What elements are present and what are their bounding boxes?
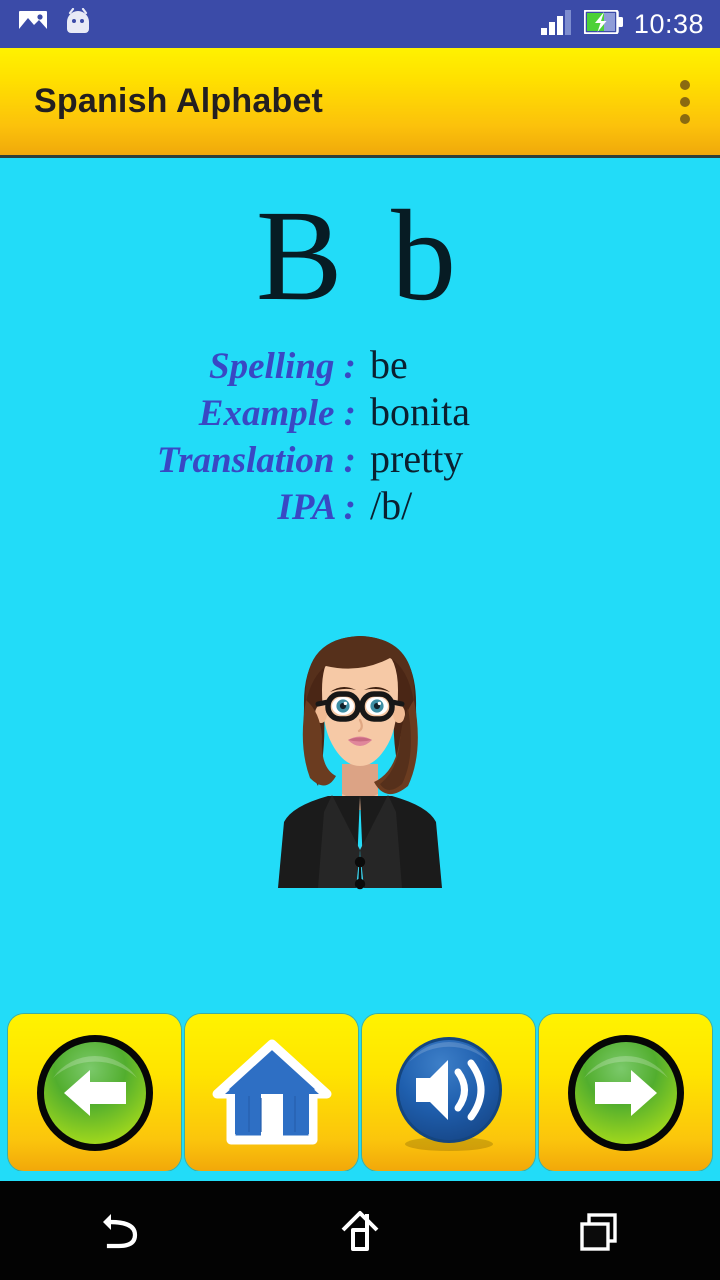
sound-button[interactable]	[362, 1014, 535, 1171]
info-row-ipa: IPA : /b/	[0, 482, 720, 529]
example-label: Example :	[198, 393, 356, 434]
speaker-icon	[395, 1036, 502, 1151]
lesson-content: B b Spelling : be Example : bonita Trans…	[0, 161, 720, 1011]
home-outline-icon	[341, 1210, 379, 1251]
translation-value: pretty	[370, 436, 464, 481]
image-icon	[18, 9, 48, 40]
phone-screen: 10:38 Spanish Alphabet B b Spelling : be…	[0, 0, 720, 1280]
status-bar: 10:38	[0, 0, 720, 48]
navigation-button-bar	[0, 1014, 720, 1171]
bottom-cyan-strip	[0, 1171, 720, 1181]
woman-with-glasses-avatar	[278, 636, 442, 890]
status-bar-left-icons	[0, 7, 92, 41]
signal-bars-icon	[540, 8, 574, 41]
ipa-value: /b/	[370, 483, 413, 528]
info-row-example: Example : bonita	[0, 388, 720, 435]
system-navigation-bar	[0, 1181, 720, 1280]
translation-label: Translation :	[156, 440, 356, 481]
overflow-dot	[680, 79, 690, 90]
overflow-dot	[680, 113, 690, 124]
app-bar: Spanish Alphabet	[0, 48, 720, 158]
letter-info-table: Spelling : be Example : bonita Translati…	[0, 341, 720, 529]
next-button[interactable]	[539, 1014, 712, 1171]
letter-display: B b	[255, 184, 465, 328]
arrow-left-icon	[36, 1034, 153, 1151]
info-row-spelling: Spelling : be	[0, 341, 720, 388]
spelling-label: Spelling :	[209, 346, 356, 387]
status-bar-clock: 10:38	[633, 8, 704, 39]
back-arrow-icon	[103, 1213, 138, 1248]
system-back-button[interactable]	[0, 1181, 240, 1280]
android-robot-icon	[64, 7, 92, 41]
app-title: Spanish Alphabet	[34, 82, 324, 120]
arrow-right-icon	[567, 1034, 684, 1151]
previous-button[interactable]	[8, 1014, 181, 1171]
ipa-label: IPA :	[277, 487, 356, 528]
system-recents-button[interactable]	[480, 1181, 720, 1280]
overflow-dot	[680, 96, 690, 107]
recents-icon	[580, 1212, 617, 1251]
info-row-translation: Translation : pretty	[0, 435, 720, 482]
home-button[interactable]	[185, 1014, 358, 1171]
example-value: bonita	[370, 389, 470, 434]
house-icon	[212, 1039, 331, 1144]
battery-charging-icon	[583, 8, 624, 39]
overflow-menu-button[interactable]	[680, 79, 720, 124]
spelling-value: be	[370, 342, 408, 387]
status-bar-right-icons: 10:38	[540, 8, 720, 41]
system-home-button[interactable]	[240, 1181, 480, 1280]
illustration-container	[0, 616, 720, 901]
